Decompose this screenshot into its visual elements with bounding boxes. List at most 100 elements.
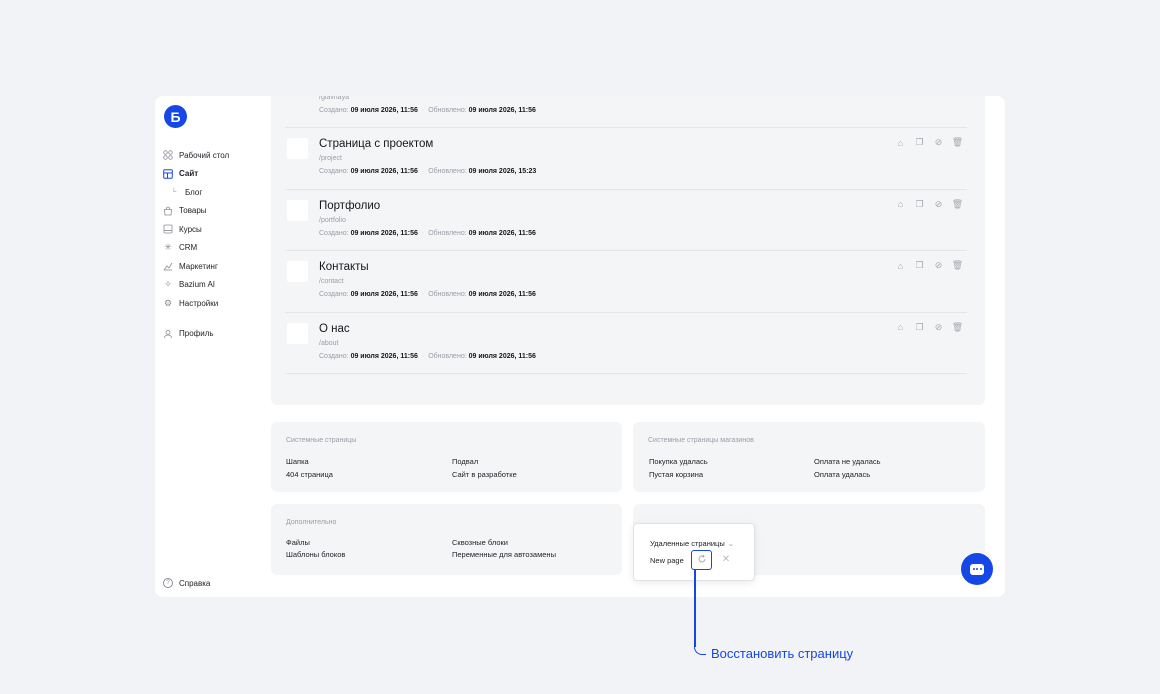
sidebar-item-blog[interactable]: └ Блог [163, 183, 267, 202]
sidebar-item-crm[interactable]: ✳ CRM [163, 239, 267, 258]
sidebar-item-site[interactable]: Сайт [163, 165, 267, 184]
sidebar-item-label: Bazium AI [179, 280, 216, 290]
site-icon [163, 168, 173, 179]
page-meta: Создано: 09 июля 2026, 11:56 · Обновлено: … [319, 168, 537, 175]
page-row[interactable]: /glavnaya Создано: 09 июля 2026, 11:56 · О… [285, 96, 967, 128]
courses-icon [163, 224, 173, 234]
crm-icon: ✳ [164, 242, 172, 253]
sidebar-item-label: Профиль [179, 329, 214, 339]
pages-list: /glavnaya Создано: 09 июля 2026, 11:56 · О… [285, 96, 967, 374]
callout-line-corner [694, 643, 706, 655]
chevron-down-icon: ⌄ [727, 539, 735, 548]
page-row[interactable]: Контакты /contact Создано: 09 июля 2026,… [285, 251, 967, 313]
help-label: Справка [179, 578, 211, 588]
question-icon: ? [163, 578, 173, 588]
card-title: Системные страницы магазинов [648, 437, 754, 444]
sidebar-item-profile[interactable]: Профиль [163, 325, 267, 344]
page-title[interactable]: Контакты [319, 261, 369, 273]
trash-icon[interactable]: 🗑 [952, 322, 963, 333]
link-icon[interactable]: ⊘ [933, 260, 944, 271]
page-slug: /project [319, 155, 342, 162]
row-actions: ⌂ ❐ ⊘ 🗑 [895, 199, 963, 210]
page-slug: /about [319, 339, 339, 347]
extra-link[interactable]: Шаблоны блоков [286, 550, 345, 559]
shop-page-link[interactable]: Покупка удалась [649, 457, 708, 466]
pages-panel: /glavnaya Создано: 09 июля 2026, 11:56 · О… [271, 96, 985, 405]
app-window: Б Рабочий стол Сайт └ Блог Товары Курсы … [155, 96, 1005, 597]
system-page-link[interactable]: Сайт в разработке [452, 470, 517, 479]
page-meta: Создано: 09 июля 2026, 11:56 · Обновлено: … [319, 291, 536, 298]
trash-icon[interactable]: 🗑 [952, 260, 963, 271]
page-row[interactable]: О нас /about Создано: 09 июля 2026, 11:5… [285, 313, 967, 374]
page-thumbnail [287, 138, 308, 159]
page-thumbnail [287, 261, 308, 282]
sidebar-item-settings[interactable]: ⚙ Настройки [163, 294, 267, 313]
sidebar-item-products[interactable]: Товары [163, 202, 267, 221]
sidebar-item-label: Рабочий стол [179, 150, 230, 160]
extra-link[interactable]: Сквозные блоки [452, 538, 508, 547]
sub-arrow-icon: └ [171, 188, 177, 196]
sidebar-item-label: Курсы [179, 224, 202, 234]
shop-page-link[interactable]: Оплата удалась [814, 470, 870, 479]
extra-link[interactable]: Файлы [286, 538, 310, 547]
sidebar-item-dashboard[interactable]: Рабочий стол [163, 146, 267, 165]
page-meta: Создано: 09 июля 2026, 11:56 · Обновлено: … [319, 107, 536, 114]
page-row[interactable]: Портфолио /portfolio Создано: 09 июля 20… [285, 190, 967, 251]
trash-icon[interactable]: 🗑 [952, 199, 963, 210]
system-page-link[interactable]: Подвал [452, 457, 478, 466]
system-page-link[interactable]: Шапка [286, 457, 309, 466]
restore-icon [697, 554, 707, 566]
link-icon[interactable]: ⊘ [933, 322, 944, 333]
copy-icon[interactable]: ❐ [914, 199, 925, 210]
home-icon[interactable]: ⌂ [895, 137, 906, 148]
copy-icon[interactable]: ❐ [914, 260, 925, 271]
copy-icon[interactable]: ❐ [914, 322, 925, 333]
page-slug: /portfolio [319, 216, 346, 224]
ai-icon: ✧ [164, 279, 172, 290]
system-page-link[interactable]: 404 страница [286, 470, 333, 479]
logo[interactable]: Б [164, 105, 187, 128]
page-title[interactable]: О нас [319, 323, 350, 335]
extra-card: Дополнительно Файлы Сквозные блоки Шабло… [271, 504, 622, 575]
restore-button[interactable] [691, 550, 712, 570]
home-icon[interactable]: ⌂ [895, 199, 906, 210]
chat-button[interactable] [961, 553, 993, 585]
shop-page-link[interactable]: Оплата не удалась [814, 457, 881, 466]
gear-icon: ⚙ [163, 297, 173, 308]
sidebar-item-ai[interactable]: ✧ Bazium AI [163, 276, 267, 295]
sidebar-item-courses[interactable]: Курсы [163, 220, 267, 239]
sidebar-item-label: Маркетинг [179, 261, 218, 271]
home-icon[interactable]: ⌂ [895, 322, 906, 333]
shop-pages-card: Системные страницы магазинов Покупка уда… [633, 422, 985, 492]
copy-icon[interactable]: ❐ [914, 137, 925, 148]
page-row[interactable]: Страница с проектом /project Создано: 09… [285, 128, 967, 190]
row-actions: ⌂ ❐ ⊘ 🗑 [895, 322, 963, 333]
page-slug: /contact [319, 278, 344, 285]
sidebar-item-label: Настройки [179, 298, 219, 308]
home-icon[interactable]: ⌂ [895, 260, 906, 271]
sidebar-item-label: Товары [179, 206, 207, 216]
delete-forever-button[interactable]: ✕ [719, 552, 733, 566]
system-pages-card: Системные страницы Шапка Подвал 404 стра… [271, 422, 622, 492]
link-icon[interactable]: ⊘ [933, 137, 944, 148]
help-link[interactable]: ? Справка [163, 578, 210, 588]
bag-icon [163, 206, 173, 216]
card-title: Дополнительно [286, 519, 337, 526]
sidebar-item-marketing[interactable]: Маркетинг [163, 257, 267, 276]
shop-page-link[interactable]: Пустая корзина [649, 470, 703, 479]
trash-icon[interactable]: 🗑 [952, 137, 963, 148]
callout-line [694, 569, 696, 647]
page-meta: Создано: 09 июля 2026, 11:56 · Обновлено: … [319, 352, 536, 360]
chat-icon [970, 563, 984, 575]
sidebar-item-label: Блог [185, 187, 203, 197]
page-slug: /glavnaya [319, 96, 349, 101]
user-icon [163, 329, 173, 339]
link-icon[interactable]: ⊘ [933, 199, 944, 210]
deleted-pages-dropdown[interactable]: Удаленные страницы ⌄ [650, 539, 734, 548]
page-title[interactable]: Портфолио [319, 200, 380, 212]
card-title: Системные страницы [286, 437, 357, 444]
extra-link[interactable]: Переменные для автозамены [452, 550, 556, 559]
page-title[interactable]: Страница с проектом [319, 138, 433, 150]
marketing-icon [163, 261, 173, 271]
row-actions: ⌂ ❐ ⊘ 🗑 [895, 137, 963, 148]
